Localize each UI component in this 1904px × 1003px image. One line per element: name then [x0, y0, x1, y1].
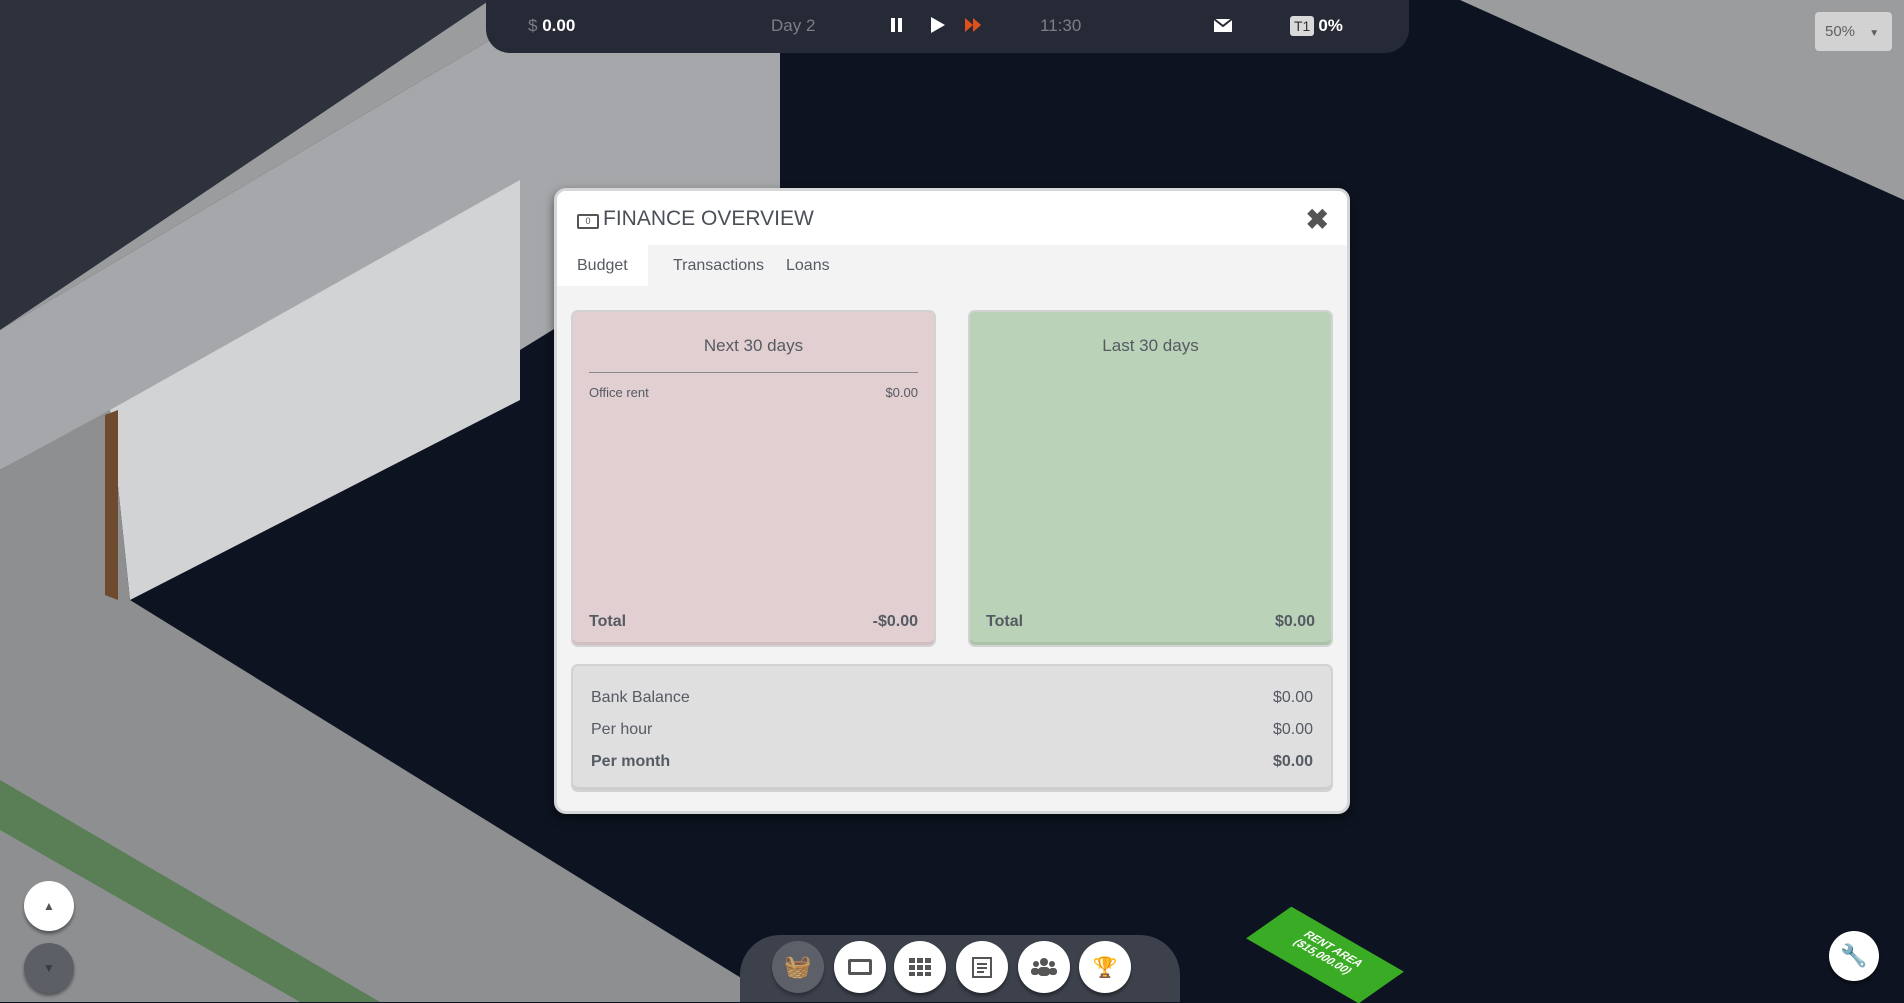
scroll-up-button[interactable]: ▲ [24, 881, 74, 931]
grid-menu-button[interactable] [894, 941, 946, 993]
arrow-up-icon: ▲ [43, 899, 55, 913]
clipboard-icon [972, 957, 992, 978]
scroll-down-button[interactable]: ▼ [24, 943, 74, 993]
play-button[interactable] [926, 14, 948, 36]
close-button[interactable]: ✖ [1306, 203, 1329, 236]
staff-button[interactable] [1018, 941, 1070, 993]
clock: 11:30 [1040, 16, 1082, 35]
expense-row: Office rent $0.00 [589, 385, 918, 400]
day-label: Day 2 [771, 16, 816, 35]
tasks-button[interactable] [956, 941, 1008, 993]
panel-title: Last 30 days [1102, 336, 1199, 355]
zoom-select[interactable]: 50% ▼ [1815, 12, 1892, 51]
basket-icon: 🧺 [784, 954, 812, 979]
top-bar: $ 0.00 Day 2 11:30 T1 0% [486, 0, 1409, 53]
trophy-icon: 🏆 [1092, 956, 1118, 979]
finance-overview-dialog: 0 FINANCE OVERVIEW ✖ Budget Transactions … [554, 188, 1350, 814]
money-display: $ 0.00 [528, 16, 576, 35]
money-icon: 0 [577, 214, 599, 229]
shop-basket-button[interactable]: 🧺 [772, 941, 824, 993]
people-icon [1031, 958, 1057, 976]
tab-budget[interactable]: Budget [557, 245, 648, 286]
mail-icon[interactable] [1212, 14, 1234, 36]
next-30-days-panel: Next 30 days Office rent $0.00 Total -$0.0… [571, 310, 936, 647]
per-month-row: Per month $0.00 [591, 753, 1313, 770]
tab-loans[interactable]: Loans [766, 245, 850, 286]
money-icon [848, 959, 872, 975]
bank-balance-row: Bank Balance $0.00 [591, 689, 1313, 706]
pause-button[interactable] [886, 14, 908, 36]
total-row: Total -$0.00 [589, 613, 918, 630]
panel-title: Next 30 days [703, 336, 804, 355]
total-row: Total $0.00 [986, 613, 1315, 630]
last-30-days-panel: Last 30 days Total $0.00 [968, 310, 1333, 647]
achievements-button[interactable]: 🏆 [1079, 941, 1131, 993]
fast-forward-button[interactable] [962, 14, 984, 36]
tier-progress[interactable]: T1 0% [1290, 16, 1343, 36]
wrench-icon: 🔧 [1840, 943, 1868, 968]
per-hour-row: Per hour $0.00 [591, 721, 1313, 738]
grid-icon [909, 958, 931, 976]
dialog-title: FINANCE OVERVIEW [603, 207, 814, 230]
divider [589, 372, 918, 373]
bank-summary-panel: Bank Balance $0.00 Per hour $0.00 Per mont… [571, 664, 1333, 792]
tools-button[interactable]: 🔧 [1829, 931, 1879, 981]
tab-transactions[interactable]: Transactions [653, 245, 784, 286]
finance-button[interactable] [834, 941, 886, 993]
arrow-down-icon: ▼ [43, 961, 55, 975]
